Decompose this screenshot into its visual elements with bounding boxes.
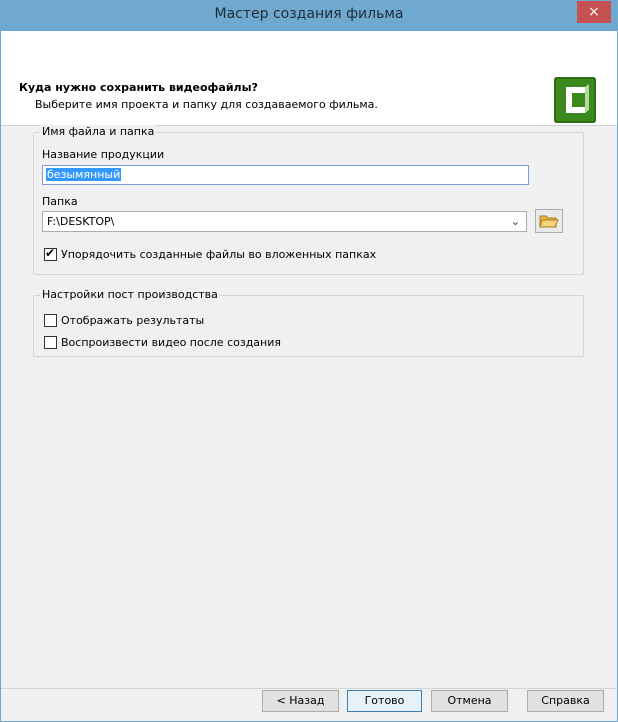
back-button[interactable]: < Назад (262, 690, 339, 712)
help-button[interactable]: Справка (527, 690, 604, 712)
camtasia-logo-icon (554, 77, 596, 123)
file-folder-legend: Имя файла и папка (40, 125, 157, 138)
open-folder-icon (539, 215, 559, 228)
post-production-legend: Настройки пост производства (40, 288, 220, 301)
movie-wizard-window: Мастер создания фильма × Куда нужно сохр… (0, 0, 618, 722)
folder-value: F:\DESKTOP\ (47, 215, 115, 228)
organize-subfolders-checkbox[interactable]: ✔ (44, 246, 57, 261)
header-title: Куда нужно сохранить видеофайлы? (19, 81, 258, 94)
wizard-header: Куда нужно сохранить видеофайлы? Выберит… (1, 31, 617, 126)
checkmark-icon: ✔ (45, 246, 56, 260)
close-button[interactable]: × (577, 1, 611, 23)
production-name-value: безымянный (46, 168, 122, 181)
production-name-input[interactable]: безымянный (42, 165, 529, 185)
title-bar[interactable]: Мастер создания фильма × (1, 1, 617, 31)
header-subtitle: Выберите имя проекта и папку для создава… (35, 98, 378, 111)
play-after-label: Воспроизвести видео после создания (61, 336, 282, 349)
browse-folder-button[interactable] (535, 209, 563, 233)
show-results-label: Отображать результаты (61, 314, 205, 327)
window-title: Мастер создания фильма (214, 6, 404, 22)
finish-button[interactable]: Готово (347, 690, 422, 712)
folder-select[interactable]: F:\DESKTOP\ ⌄ (42, 211, 527, 232)
folder-label: Папка (42, 195, 78, 208)
footer-divider (1, 688, 617, 689)
file-folder-group: Имя файла и папка Название продукции без… (33, 125, 584, 275)
post-production-group: Настройки пост производства Отображать р… (33, 288, 584, 357)
show-results-checkbox[interactable] (44, 314, 57, 327)
chevron-down-icon[interactable]: ⌄ (511, 215, 520, 228)
play-after-checkbox[interactable] (44, 336, 57, 349)
production-name-label: Название продукции (42, 148, 165, 161)
organize-subfolders-label: Упорядочить созданные файлы во вложенных… (61, 248, 377, 261)
cancel-button[interactable]: Отмена (431, 690, 508, 712)
